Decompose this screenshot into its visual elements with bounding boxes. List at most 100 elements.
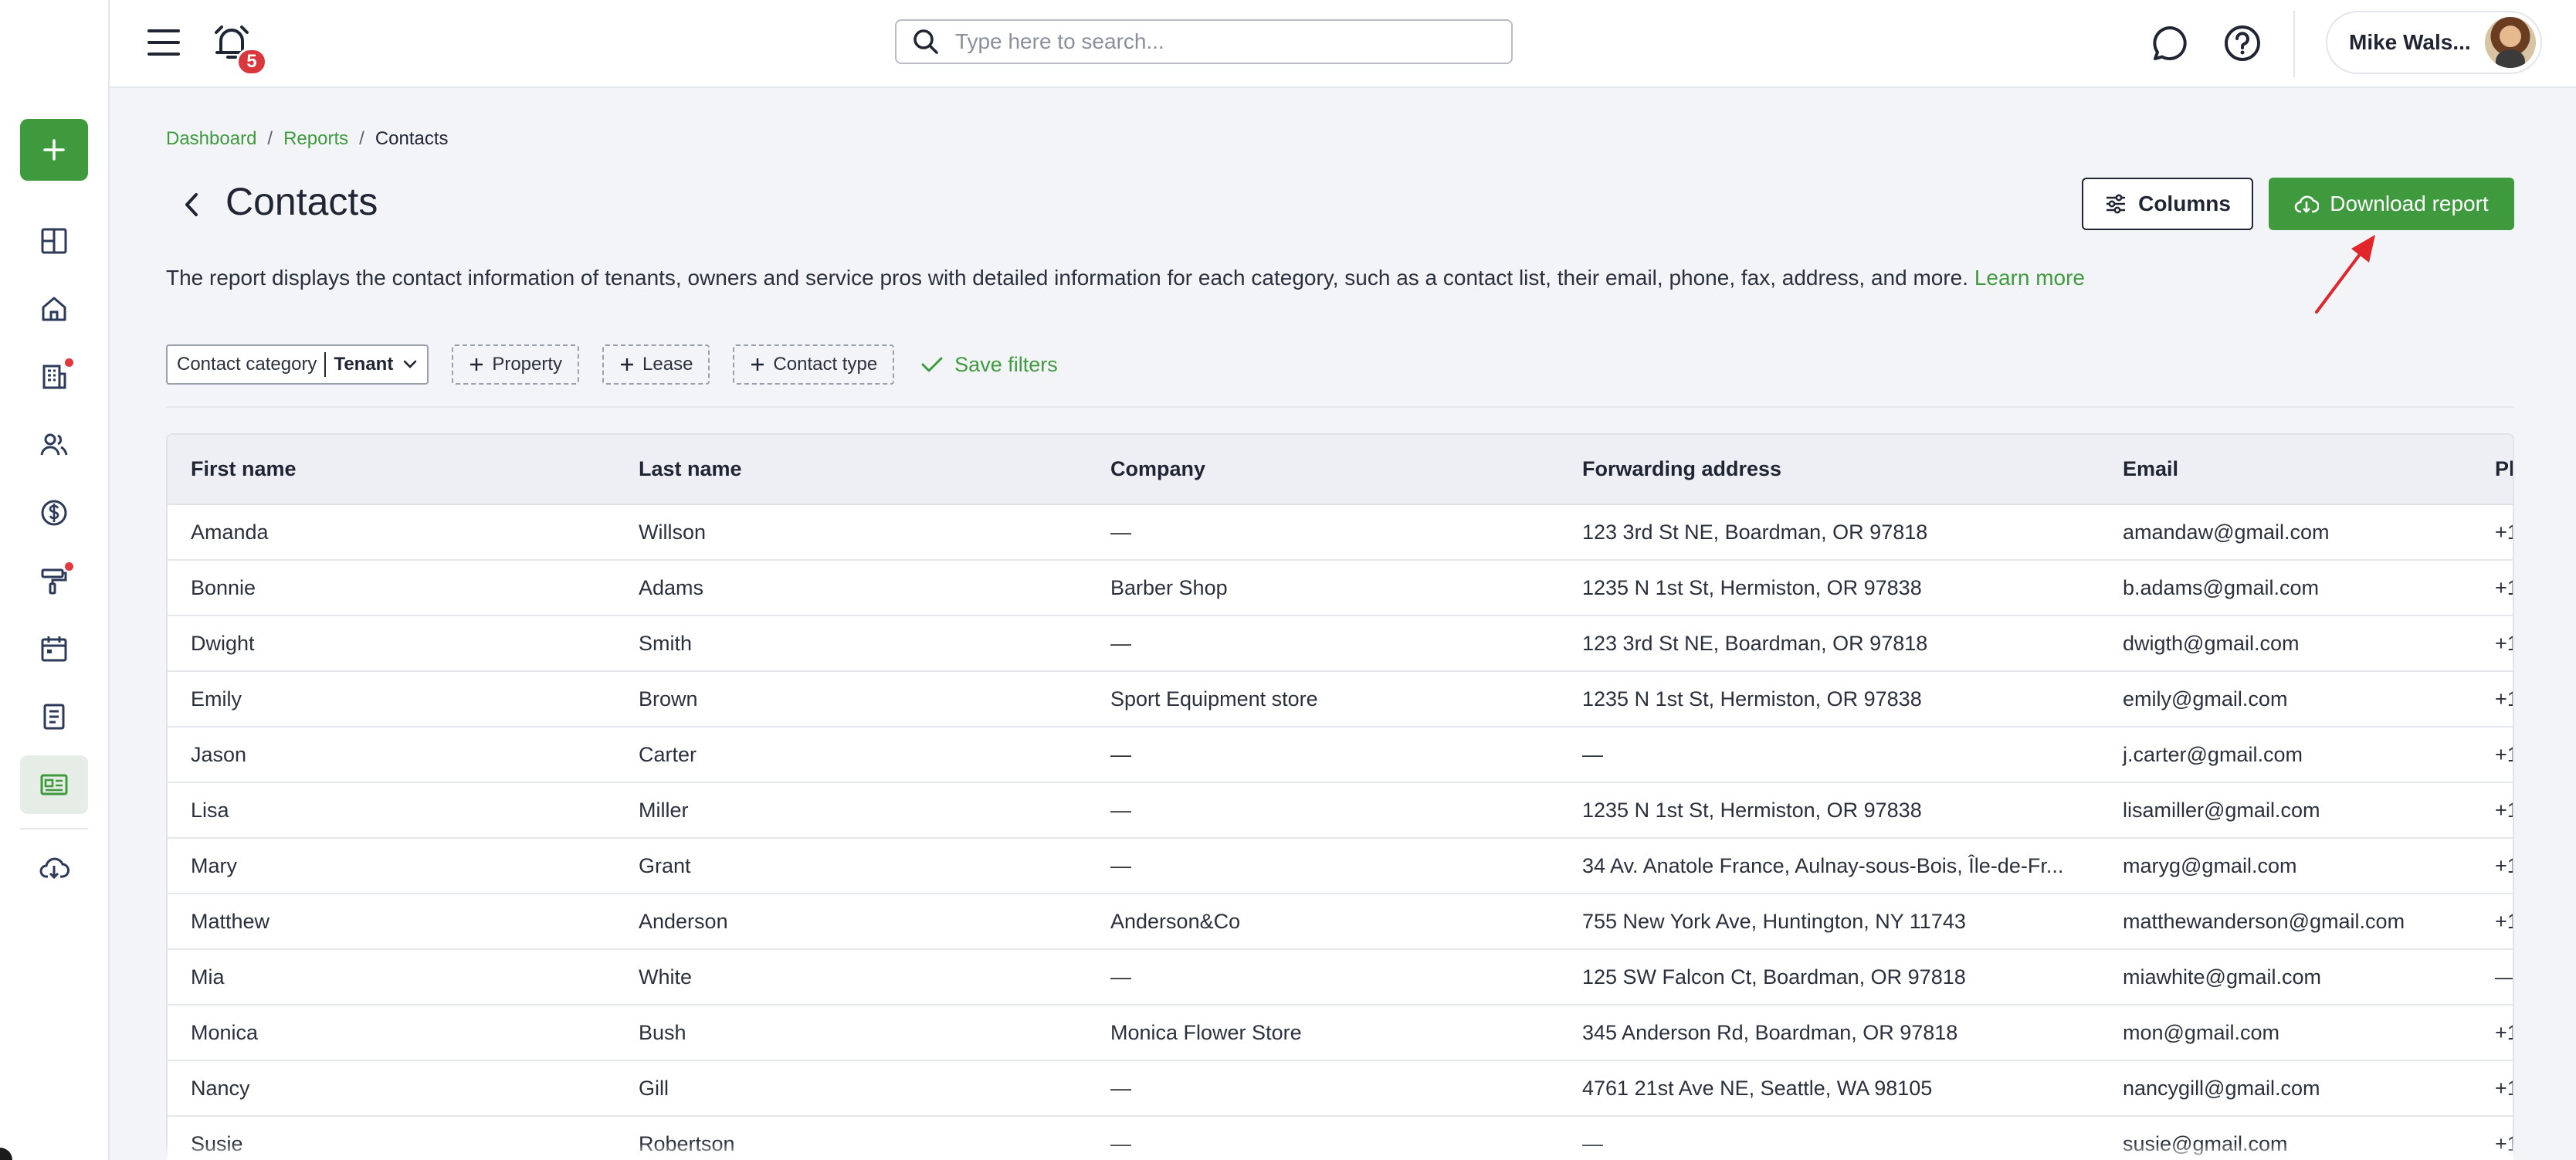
download-report-button[interactable]: Download report <box>2269 178 2514 230</box>
email-cell: dwigth@gmail.com <box>2100 616 2472 672</box>
table-row[interactable]: Mary Grant —34 Av. Anatole France, Aulnay-… <box>168 838 2513 894</box>
first-name-cell: Bonnie <box>168 560 615 616</box>
last-name-cell: Gill <box>615 1060 1087 1117</box>
column-header-phone[interactable]: Ph <box>2472 435 2513 505</box>
column-header-company[interactable]: Company <box>1087 435 1559 505</box>
last-name-cell: White <box>615 949 1087 1006</box>
email-cell: mon@gmail.com <box>2100 1005 2472 1061</box>
phone-cell: +1 <box>2472 1005 2513 1061</box>
sidebar-item-leasing[interactable] <box>20 348 88 406</box>
column-header-last-name[interactable]: Last name <box>615 435 1087 505</box>
search-input[interactable] <box>955 29 1496 54</box>
add-new-button[interactable] <box>20 119 88 181</box>
email-cell: b.adams@gmail.com <box>2100 560 2472 616</box>
checkmark-icon <box>921 357 943 372</box>
chevron-down-icon <box>404 360 417 368</box>
email-cell: amandaw@gmail.com <box>2100 504 2472 561</box>
sidebar-item-calendar[interactable] <box>20 619 88 678</box>
email-cell: lisamiller@gmail.com <box>2100 782 2472 839</box>
forwarding-address-cell: 1235 N 1st St, Hermiston, OR 97838 <box>1559 560 2100 616</box>
last-name-cell: Miller <box>615 782 1087 839</box>
forwarding-address-cell: 123 3rd St NE, Boardman, OR 97818 <box>1559 504 2100 561</box>
paint-roller-icon <box>41 568 67 595</box>
people-icon <box>40 433 68 456</box>
sidebar-item-accounting[interactable] <box>20 483 88 542</box>
hamburger-icon <box>147 29 180 56</box>
table-row[interactable]: JasonCarter——j.carter@gmail.com+1 <box>168 727 2513 783</box>
company-cell: — <box>1087 727 1559 783</box>
reports-icon <box>40 774 68 795</box>
sidebar-item-documents[interactable] <box>20 687 88 746</box>
company-cell: Barber Shop <box>1087 560 1559 616</box>
filter-chip-contact-type[interactable]: Contact type <box>733 344 895 385</box>
phone-cell: +1 <box>2472 838 2513 894</box>
first-name-cell: Dwight <box>168 616 615 672</box>
phone-cell: +1 <box>2472 616 2513 672</box>
building-icon <box>42 365 66 389</box>
search-icon <box>913 29 938 54</box>
phone-cell: — <box>2472 949 2513 1006</box>
column-header-forwarding-address[interactable]: Forwarding address <box>1559 435 2100 505</box>
email-cell: maryg@gmail.com <box>2100 838 2472 894</box>
company-cell: — <box>1087 838 1559 894</box>
table-row[interactable]: Nancy Gill —4761 21st Ave NE, Seattle, WA … <box>168 1060 2513 1117</box>
sidebar-item-maintenance[interactable] <box>20 551 88 610</box>
breadcrumb: Dashboard / Reports / Contacts <box>166 128 449 150</box>
contact-category-select[interactable]: Contact category Tenant <box>166 344 429 385</box>
notification-dot <box>65 562 73 571</box>
filter-chip-lease[interactable]: Lease <box>602 344 710 385</box>
help-button[interactable] <box>2221 22 2264 65</box>
menu-toggle-button[interactable] <box>142 23 185 62</box>
annotation-arrow <box>2315 235 2375 314</box>
company-cell: — <box>1087 616 1559 672</box>
contacts-table: First name Last name Company Forwarding … <box>166 433 2514 1160</box>
home-icon <box>42 297 66 321</box>
last-name-cell: Brown <box>615 671 1087 728</box>
column-header-first-name[interactable]: First name <box>168 435 615 505</box>
first-name-cell: Mary <box>168 838 615 894</box>
breadcrumb-separator: / <box>359 128 364 149</box>
sidebar-item-dashboard[interactable] <box>20 212 88 270</box>
chat-bubble-icon <box>2153 26 2187 60</box>
last-name-cell: Carter <box>615 727 1087 783</box>
top-header: 5 Mike Wals... <box>110 0 2576 88</box>
breadcrumb-dashboard[interactable]: Dashboard <box>166 128 256 150</box>
table-row[interactable]: Bonnie Adams Barber Shop 1235 N 1st St, Her… <box>168 560 2513 616</box>
filter-chip-property[interactable]: Property <box>452 344 580 385</box>
user-menu[interactable]: Mike Wals... <box>2326 11 2542 74</box>
user-name: Mike Wals... <box>2349 30 2471 54</box>
first-name-cell: Lisa <box>168 782 615 839</box>
plus-icon <box>43 139 65 161</box>
columns-button[interactable]: Columns <box>2082 178 2253 230</box>
sidebar-divider <box>20 828 88 829</box>
sidebar-item-properties[interactable] <box>20 280 88 338</box>
header-divider <box>2293 11 2295 77</box>
breadcrumb-reports[interactable]: Reports <box>283 128 348 150</box>
first-name-cell: Amanda <box>168 504 615 561</box>
sliders-icon <box>2107 194 2126 214</box>
save-filters-button[interactable]: Save filters <box>920 353 1058 377</box>
table-row[interactable]: Matthew Anderson Anderson&Co 755 New York A… <box>168 894 2513 950</box>
table-row[interactable]: Mia White —125 SW Falcon Ct, Boardman, OR … <box>168 949 2513 1006</box>
table-row[interactable]: Amanda Willson —123 3rd St NE, Boardman, O… <box>168 504 2513 561</box>
learn-more-link[interactable]: Learn more <box>1974 266 2085 290</box>
sidebar-item-people[interactable] <box>20 415 88 474</box>
back-button[interactable] <box>173 185 210 224</box>
first-name-cell: Matthew <box>168 894 615 950</box>
chat-button[interactable] <box>2148 22 2191 65</box>
plus-icon <box>621 358 634 371</box>
table-row[interactable]: Emily Brown Sport Equipment store 1235 N 1s… <box>168 671 2513 728</box>
filter-divider <box>166 406 2514 408</box>
last-name-cell: Bush <box>615 1005 1087 1061</box>
sidebar-item-downloads[interactable] <box>20 839 88 897</box>
download-button-label: Download report <box>2330 192 2489 215</box>
table-row[interactable]: Lisa Miller —1235 N 1st St, Hermiston, OR … <box>168 782 2513 839</box>
table-row[interactable]: Dwight Smith —123 3rd St NE, Boardman, OR … <box>168 616 2513 672</box>
first-name-cell: Jason <box>168 727 615 783</box>
table-row[interactable]: Monica Bush Monica Flower Store 345 Anderso… <box>168 1005 2513 1061</box>
forwarding-address-cell: 755 New York Ave, Huntington, NY 11743 <box>1559 894 2100 950</box>
select-divider <box>324 352 327 377</box>
global-search[interactable] <box>895 19 1513 64</box>
column-header-email[interactable]: Email <box>2100 435 2472 505</box>
sidebar-item-reports[interactable] <box>20 755 88 814</box>
